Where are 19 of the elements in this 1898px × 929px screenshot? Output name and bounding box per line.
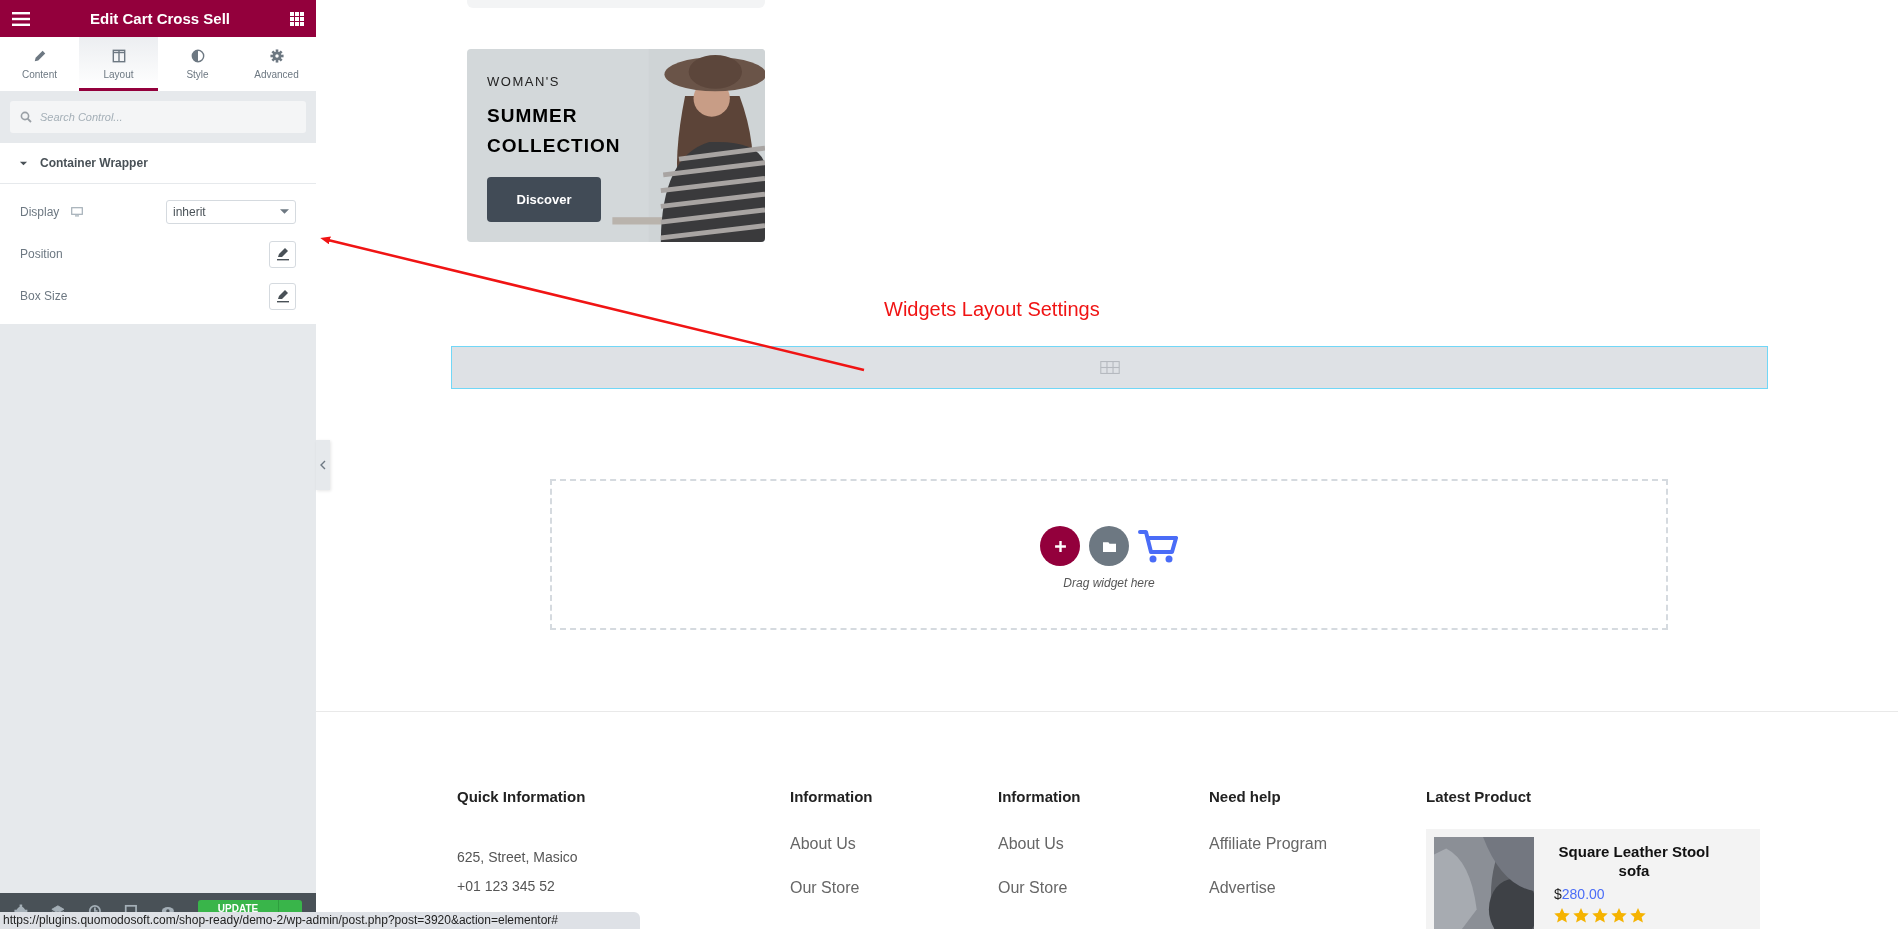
footer-heading: Information	[998, 787, 1081, 807]
footer-heading: Quick Information	[457, 787, 586, 807]
url-status-tooltip: https://plugins.quomodosoft.com/shop-ready/demo-2/wp-admin/post.php?post=3920&action=elementor#	[0, 912, 640, 929]
footer-heading: Information	[790, 787, 873, 807]
banner-eyebrow: WOMAN'S	[487, 73, 560, 89]
control-label: Box Size	[20, 289, 68, 303]
control-label: Display	[20, 205, 60, 219]
product-price: $280.00	[1554, 886, 1605, 902]
banner-title: SUMMER	[487, 103, 578, 128]
contact-text: 625, Street, Masico	[457, 848, 578, 867]
control-label: Position	[20, 247, 63, 261]
annotation-label: Widgets Layout Settings	[884, 297, 1101, 322]
drop-hint: Drag widget here	[1063, 576, 1155, 591]
banner-title: COLLECTION	[487, 133, 621, 158]
contact-text: +01 123 345 52	[457, 877, 555, 896]
footer-heading: Latest Product	[1426, 787, 1531, 807]
footer-heading: Need help	[1209, 787, 1281, 807]
panel-title: Edit Cart Cross Sell	[88, 10, 231, 27]
section-title: Container Wrapper	[40, 156, 148, 170]
